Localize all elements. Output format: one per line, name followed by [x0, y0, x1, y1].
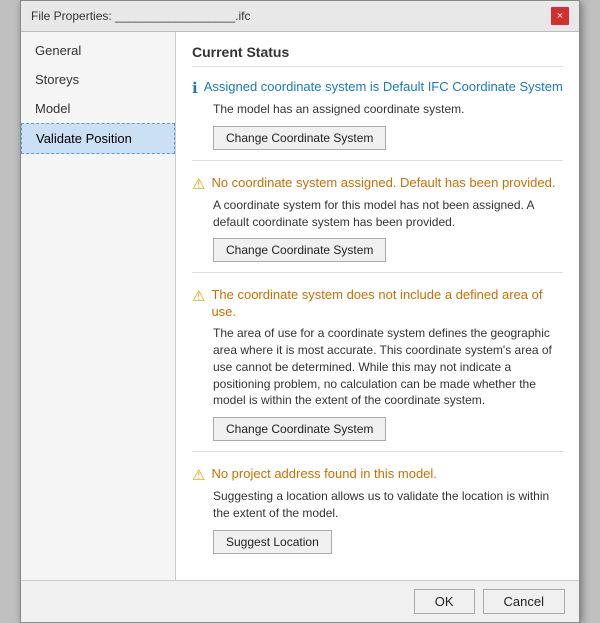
status-action-button-1[interactable]: Change Coordinate System	[213, 238, 386, 262]
status-action-button-2[interactable]: Change Coordinate System	[213, 417, 386, 441]
status-block-3: ⚠ No project address found in this model.…	[192, 466, 563, 554]
sidebar-item-model[interactable]: Model	[21, 94, 175, 123]
sidebar-item-validate-position[interactable]: Validate Position	[21, 123, 175, 154]
cancel-button[interactable]: Cancel	[483, 589, 565, 614]
status-header-text-3: No project address found in this model.	[211, 466, 436, 483]
status-header-text-2: The coordinate system does not include a…	[211, 287, 563, 321]
main-content: Current Status ℹ Assigned coordinate syst…	[176, 32, 579, 580]
warning-icon: ⚠	[192, 175, 205, 193]
status-header-text-0: Assigned coordinate system is Default IF…	[204, 79, 563, 96]
status-action-button-3[interactable]: Suggest Location	[213, 530, 332, 554]
status-header-3: ⚠ No project address found in this model.	[192, 466, 563, 484]
section-title: Current Status	[192, 44, 563, 67]
close-button[interactable]: ×	[551, 7, 569, 25]
status-body-1: A coordinate system for this model has n…	[213, 197, 563, 231]
status-body-0: The model has an assigned coordinate sys…	[213, 101, 563, 118]
sidebar: GeneralStoreysModelValidate Position	[21, 32, 176, 580]
status-header-0: ℹ Assigned coordinate system is Default I…	[192, 79, 563, 97]
warning-icon: ⚠	[192, 287, 205, 305]
title-bar-text: File Properties: __________________.ifc	[31, 9, 251, 23]
status-body-3: Suggesting a location allows us to valid…	[213, 488, 563, 522]
dialog-footer: OK Cancel	[21, 580, 579, 622]
info-icon: ℹ	[192, 79, 198, 97]
status-header-1: ⚠ No coordinate system assigned. Default …	[192, 175, 563, 193]
status-block-1: ⚠ No coordinate system assigned. Default …	[192, 175, 563, 274]
status-header-text-1: No coordinate system assigned. Default h…	[211, 175, 555, 192]
title-bar: File Properties: __________________.ifc …	[21, 1, 579, 32]
sidebar-item-storeys[interactable]: Storeys	[21, 65, 175, 94]
status-header-2: ⚠ The coordinate system does not include …	[192, 287, 563, 321]
dialog-body: GeneralStoreysModelValidate Position Cur…	[21, 32, 579, 580]
file-properties-dialog: File Properties: __________________.ifc …	[20, 0, 580, 623]
status-block-0: ℹ Assigned coordinate system is Default I…	[192, 79, 563, 161]
ok-button[interactable]: OK	[414, 589, 475, 614]
warning-icon: ⚠	[192, 466, 205, 484]
status-block-2: ⚠ The coordinate system does not include …	[192, 287, 563, 452]
sidebar-item-general[interactable]: General	[21, 36, 175, 65]
status-action-button-0[interactable]: Change Coordinate System	[213, 126, 386, 150]
status-body-2: The area of use for a coordinate system …	[213, 325, 563, 409]
